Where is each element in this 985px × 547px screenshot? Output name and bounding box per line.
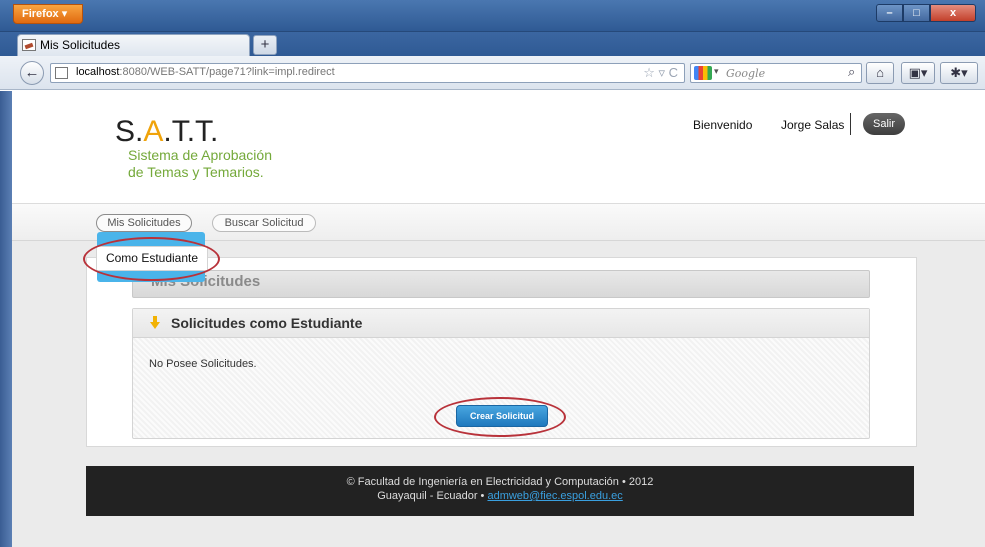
satt-logo[interactable]: S.A.T.T.: [115, 115, 218, 149]
tagline-line-2: de Temas y Temarios.: [128, 164, 264, 180]
navigation-toolbar: ← localhost:8080/WEB-SATT/page71?link=im…: [0, 56, 985, 90]
panel-header: Solicitudes como Estudiante: [133, 309, 869, 338]
logo-tt: .T.T.: [163, 115, 219, 148]
back-arrow-icon: ←: [24, 64, 40, 81]
addon-icon: ✱▾: [950, 65, 968, 80]
url-text[interactable]: localhost:8080/WEB-SATT/page71?link=impl…: [76, 66, 335, 78]
tab-mis-solicitudes[interactable]: Mis Solicitudes: [17, 34, 250, 56]
maximize-icon: □: [913, 7, 920, 19]
window-maximize-button[interactable]: □: [903, 4, 930, 22]
username: Jorge Salas: [781, 118, 845, 132]
logo-s: S.: [115, 115, 144, 148]
section-header: Mis Solicitudes: [132, 270, 870, 298]
logout-button[interactable]: Salir: [863, 113, 905, 135]
panel-title: Solicitudes como Estudiante: [171, 315, 363, 331]
site-identity-icon: [55, 67, 68, 79]
arrow-down-icon: [150, 316, 160, 329]
url-host: localhost: [76, 66, 120, 78]
empty-message: No Posee Solicitudes.: [149, 358, 257, 370]
logo-a: A: [143, 115, 164, 148]
search-bar[interactable]: ▾ Google: [690, 63, 862, 83]
search-icon[interactable]: ⌕: [848, 64, 855, 80]
footer-line-1: © Facultad de Ingeniería en Electricidad…: [346, 476, 654, 488]
home-button[interactable]: ⌂: [866, 62, 894, 84]
firefox-menu-button[interactable]: Firefox ▾: [13, 4, 83, 24]
menu-mis-solicitudes[interactable]: Mis Solicitudes: [96, 214, 192, 232]
site-tagline: Sistema de Aprobación de Temas y Temario…: [128, 147, 272, 181]
back-button[interactable]: ←: [20, 61, 44, 85]
tagline-line-1: Sistema de Aprobación: [128, 147, 272, 163]
window-left-border: [0, 91, 12, 547]
google-engine-icon[interactable]: [694, 66, 712, 80]
window-close-button[interactable]: x: [930, 4, 976, 22]
footer-location: Guayaquil - Ecuador •: [377, 490, 485, 502]
page-favicon-icon: [22, 39, 36, 51]
window-titlebar: Firefox ▾ – □ x: [0, 0, 985, 32]
bookmarks-icon: ▣▾: [908, 65, 928, 80]
bookmark-star-icon[interactable]: ☆ ▿ C: [643, 65, 678, 81]
url-bar[interactable]: localhost:8080/WEB-SATT/page71?link=impl…: [50, 63, 685, 83]
annotation-circle-create: [434, 397, 566, 437]
search-engine-dropdown-icon[interactable]: ▾: [714, 66, 719, 77]
search-placeholder: Google: [726, 67, 766, 80]
footer-line-2: Guayaquil - Ecuador • admweb@fiec.espol.…: [86, 489, 914, 503]
header-divider: [850, 113, 851, 135]
close-icon: x: [949, 7, 957, 19]
annotation-circle-dropdown: [83, 237, 220, 281]
page-viewport: S.A.T.T. Sistema de Aprobación de Temas …: [12, 91, 985, 547]
home-icon: ⌂: [876, 65, 884, 80]
tab-title: Mis Solicitudes: [40, 38, 121, 52]
bookmarks-button[interactable]: ▣▾: [901, 62, 935, 84]
new-tab-button[interactable]: +: [253, 35, 277, 55]
addon-button[interactable]: ✱▾: [940, 62, 978, 84]
tab-strip: Mis Solicitudes +: [0, 32, 985, 56]
site-footer: © Facultad de Ingeniería en Electricidad…: [86, 466, 914, 516]
welcome-text: Bienvenido: [693, 118, 753, 132]
site-header: S.A.T.T. Sistema de Aprobación de Temas …: [12, 91, 985, 203]
url-path: :8080/WEB-SATT/page71?link=impl.redirect: [119, 66, 335, 78]
footer-email-link[interactable]: admweb@fiec.espol.edu.ec: [487, 490, 622, 502]
minimize-icon: –: [886, 7, 893, 19]
menu-buscar-solicitud[interactable]: Buscar Solicitud: [212, 214, 316, 232]
window-minimize-button[interactable]: –: [876, 4, 903, 22]
